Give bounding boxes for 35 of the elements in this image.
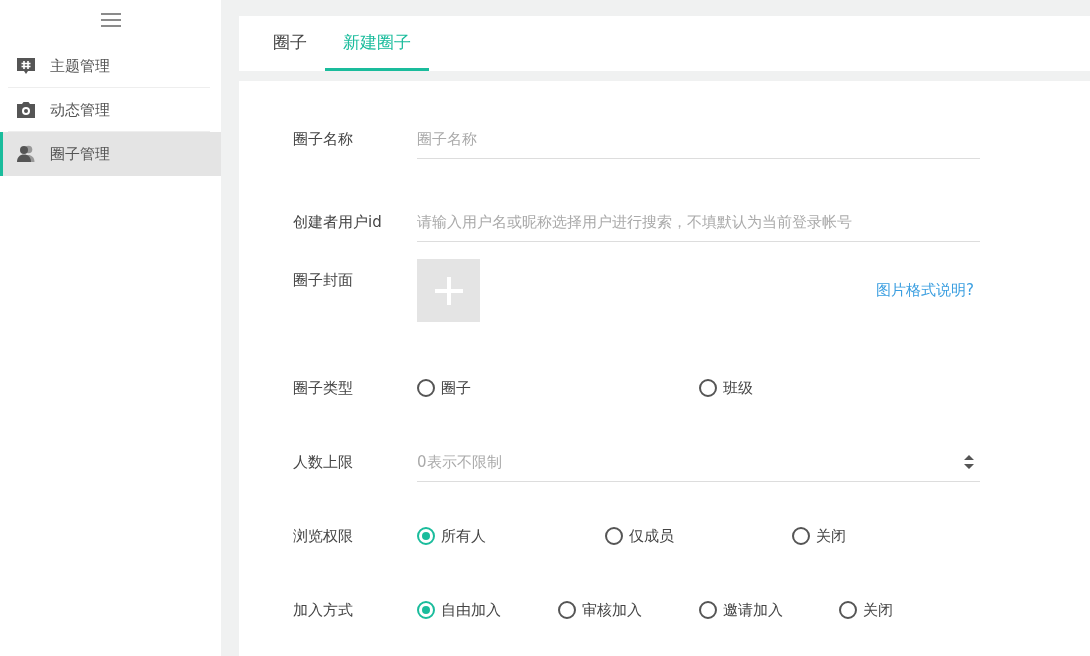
sidebar-item[interactable]: 动态管理 <box>0 88 221 132</box>
field-label: 浏览权限 <box>293 526 354 546</box>
field-label: 加入方式 <box>293 600 354 620</box>
field-label: 创建者用户id <box>293 212 383 232</box>
radio-option[interactable]: 所有人 <box>417 526 605 546</box>
field-label: 人数上限 <box>293 452 354 472</box>
radio-option[interactable]: 班级 <box>698 378 980 398</box>
camera-icon <box>16 100 36 120</box>
field-label: 圈子名称 <box>293 129 354 149</box>
radio-button[interactable] <box>698 601 717 619</box>
radio-button[interactable] <box>839 601 858 619</box>
menu-icon[interactable] <box>100 13 121 27</box>
field-label: 圈子类型 <box>293 378 354 398</box>
radio-option[interactable]: 仅成员 <box>604 526 793 546</box>
radio-button[interactable] <box>417 601 435 619</box>
radio-button[interactable] <box>557 601 576 619</box>
radio-button[interactable] <box>417 379 435 397</box>
sidebar-item[interactable]: 主题管理 <box>0 44 221 88</box>
radio-button[interactable] <box>417 527 435 545</box>
radio-option[interactable]: 圈子 <box>417 378 699 398</box>
radio-button[interactable] <box>698 379 717 397</box>
people-icon <box>16 144 36 164</box>
hash-icon <box>16 56 36 76</box>
radio-option[interactable]: 关闭 <box>839 600 980 620</box>
tab[interactable]: 圈子 <box>255 16 325 71</box>
plus-icon <box>434 276 463 305</box>
radio-option[interactable]: 邀请加入 <box>698 600 840 620</box>
sidebar-item[interactable]: 圈子管理 <box>0 132 221 176</box>
radio-button[interactable] <box>604 527 623 545</box>
radio-button[interactable] <box>792 527 811 545</box>
radio-option[interactable]: 自由加入 <box>417 600 558 620</box>
spinner-icon[interactable] <box>964 454 974 470</box>
radio-option[interactable]: 审核加入 <box>557 600 699 620</box>
radio-option[interactable]: 关闭 <box>792 526 980 546</box>
field-label: 圈子封面 <box>293 271 354 290</box>
